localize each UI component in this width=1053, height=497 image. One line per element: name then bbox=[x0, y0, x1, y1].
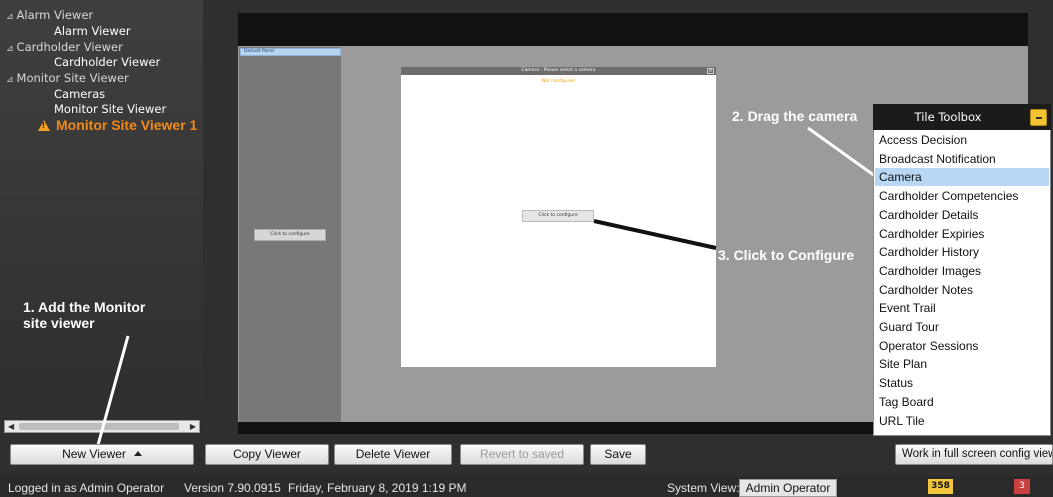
minimize-icon[interactable] bbox=[1030, 109, 1047, 126]
toolbox-item-access-decision[interactable]: Access Decision bbox=[875, 131, 1049, 149]
toolbox-item-cardholder-images[interactable]: Cardholder Images bbox=[875, 262, 1049, 280]
save-button[interactable]: Save bbox=[590, 444, 646, 465]
new-viewer-label: New Viewer bbox=[62, 447, 126, 461]
annotation-step2: 2. Drag the camera bbox=[732, 108, 858, 124]
caret-up-icon bbox=[133, 451, 142, 456]
critical-count-badge[interactable]: 3 bbox=[1014, 479, 1030, 494]
arrow-step3-line bbox=[593, 219, 717, 250]
new-viewer-button[interactable]: New Viewer bbox=[10, 444, 194, 465]
system-view-selector[interactable]: Admin Operator bbox=[739, 479, 837, 497]
toolbox-item-status[interactable]: Status bbox=[875, 374, 1049, 392]
toolbox-item-broadcast-notification[interactable]: Broadcast Notification bbox=[875, 150, 1049, 168]
toolbox-item-site-plan[interactable]: Site Plan bbox=[875, 355, 1049, 373]
full-screen-config-button[interactable]: Work in full screen config view bbox=[895, 444, 1053, 465]
toolbox-item-cardholder-competencies[interactable]: Cardholder Competencies bbox=[875, 187, 1049, 205]
alarm-count-badge[interactable]: 358 bbox=[928, 479, 953, 494]
toolbox-item-cardholder-history[interactable]: Cardholder History bbox=[875, 243, 1049, 261]
delete-viewer-button[interactable]: Delete Viewer bbox=[334, 444, 452, 465]
copy-viewer-button[interactable]: Copy Viewer bbox=[205, 444, 329, 465]
toolbox-item-camera[interactable]: Camera bbox=[875, 168, 1049, 187]
toolbox-item-tag-board[interactable]: Tag Board bbox=[875, 393, 1049, 411]
system-view-label: System View: bbox=[667, 481, 740, 495]
revert-to-saved-button[interactable]: Revert to saved bbox=[460, 444, 584, 465]
datetime-text: Friday, February 8, 2019 1:19 PM bbox=[288, 481, 467, 495]
toolbox-item-cardholder-details[interactable]: Cardholder Details bbox=[875, 206, 1049, 224]
tile-toolbox-title: Tile Toolbox bbox=[914, 110, 982, 124]
toolbox-item-url-tile[interactable]: URL Tile bbox=[875, 412, 1049, 430]
toolbox-item-guard-tour[interactable]: Guard Tour bbox=[875, 318, 1049, 336]
version-text: Version 7.90.0915 bbox=[184, 481, 281, 495]
toolbox-item-cardholder-notes[interactable]: Cardholder Notes bbox=[875, 281, 1049, 299]
toolbox-item-cardholder-expiries[interactable]: Cardholder Expiries bbox=[875, 225, 1049, 243]
logged-in-text: Logged in as Admin Operator bbox=[8, 481, 165, 495]
arrow-step1-line bbox=[96, 335, 130, 446]
annotation-step3: 3. Click to Configure bbox=[718, 247, 855, 263]
arrow-step2-line bbox=[807, 126, 876, 178]
toolbox-item-operator-sessions[interactable]: Operator Sessions bbox=[875, 337, 1049, 355]
toolbox-item-event-trail[interactable]: Event Trail bbox=[875, 299, 1049, 317]
